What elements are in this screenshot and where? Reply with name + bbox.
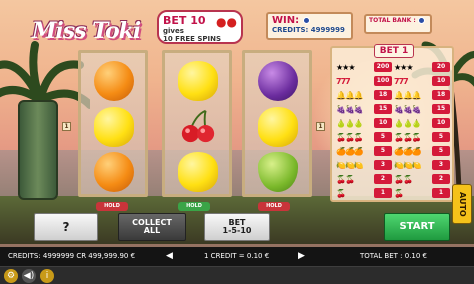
collect-all-button[interactable]: COLLECT ALL xyxy=(118,213,186,241)
paytable-row: 🍐🍐🍐 10 🍐🍐🍐 10 xyxy=(336,116,452,130)
gear-icon[interactable]: ⚙ xyxy=(4,269,18,283)
win-label: WIN: xyxy=(272,15,347,26)
paytable-row: 🍒🍒🍒 5 🍒🍒🍒 5 xyxy=(336,130,452,144)
paytable: BET 1 ★★★ 200 ★★★ 20 777 100 777 10 🔔🔔🔔 18 🔔🔔… xyxy=(330,44,454,202)
logo-text: Miss Toki xyxy=(32,18,141,44)
reel-2 xyxy=(162,50,232,197)
coin-icon xyxy=(302,16,310,24)
paytable-row: 🍇🍇🍇 15 🍇🍇🍇 15 xyxy=(336,102,452,116)
paytable-title: BET 1 xyxy=(374,44,414,58)
credits-status: CREDITS: 4999999 CR 499,999.90 € xyxy=(8,252,136,260)
paytable-row: 777 100 777 10 xyxy=(336,74,452,88)
bet-button[interactable]: BET 1-5-10 xyxy=(204,213,270,241)
reel-3 xyxy=(242,50,312,197)
info-icon[interactable]: i xyxy=(40,269,54,283)
coin-icon xyxy=(417,17,425,24)
hold-button-reel-1[interactable]: HOLD xyxy=(96,202,128,211)
paytable-row: 🍒 1 🍒 1 xyxy=(336,186,452,200)
win-credits-display: WIN: CREDITS: 4999999 xyxy=(266,12,353,40)
lemon-icon xyxy=(178,61,218,101)
auto-button[interactable]: AUTO xyxy=(452,184,472,224)
total-bet: TOTAL BET : 0.10 € xyxy=(360,252,428,260)
chevron-right-icon[interactable]: ▶ xyxy=(298,251,305,261)
bet-options-label: 1-5-10 xyxy=(222,226,252,235)
orange-icon xyxy=(94,152,134,192)
total-bank-label: TOTAL BANK : xyxy=(369,17,416,24)
cherry-icon xyxy=(181,109,215,143)
credit-value: 1 CREDIT = 0.10 € xyxy=(204,252,270,260)
hold-button-reel-3[interactable]: HOLD xyxy=(258,202,290,211)
paytable-row: 🔔🔔🔔 18 🔔🔔🔔 18 xyxy=(336,88,452,102)
paytable-row: ★★★ 200 ★★★ 20 xyxy=(336,60,452,74)
hold-button-reel-2[interactable]: HOLD xyxy=(178,202,210,211)
line-marker-left: 1 xyxy=(62,122,71,131)
help-button[interactable]: ? xyxy=(34,213,98,241)
orange-icon xyxy=(94,61,134,101)
paytable-row: 🍊🍊🍊 5 🍊🍊🍊 5 xyxy=(336,144,452,158)
reel-1 xyxy=(78,50,148,197)
plum-icon xyxy=(258,61,298,101)
lemon-icon xyxy=(94,107,134,147)
slot-game-screen: Miss Toki BET 10 gives 10 FREE SPINS ●● … xyxy=(0,0,474,284)
total-bank-display: TOTAL BANK : xyxy=(364,14,432,34)
sound-icon[interactable]: ◀) xyxy=(22,269,36,283)
pear-icon xyxy=(258,152,298,192)
lemon-icon xyxy=(258,107,298,147)
tiki-statue xyxy=(18,100,58,200)
promo-line3: 10 FREE SPINS xyxy=(163,35,222,43)
chevron-left-icon[interactable]: ◀ xyxy=(166,251,173,261)
game-logo: Miss Toki xyxy=(30,8,150,48)
line-marker-right: 1 xyxy=(316,122,325,131)
start-button[interactable]: START xyxy=(384,213,450,241)
all-label: ALL xyxy=(143,226,161,235)
status-bar: CREDITS: 4999999 CR 499,999.90 € ◀ 1 CRE… xyxy=(0,247,474,266)
promo-banner: BET 10 gives 10 FREE SPINS ●● xyxy=(157,10,243,44)
credits-label: CREDITS: 4999999 xyxy=(272,26,345,34)
cherry-icon: ●● xyxy=(216,15,237,29)
paytable-row: 🍒🍒 2 🍒🍒 2 xyxy=(336,172,452,186)
footer-bar: ⚙ ◀) i xyxy=(0,266,474,284)
lemon-icon xyxy=(178,152,218,192)
paytable-row: 🍋🍋🍋 3 🍋🍋🍋 3 xyxy=(336,158,452,172)
